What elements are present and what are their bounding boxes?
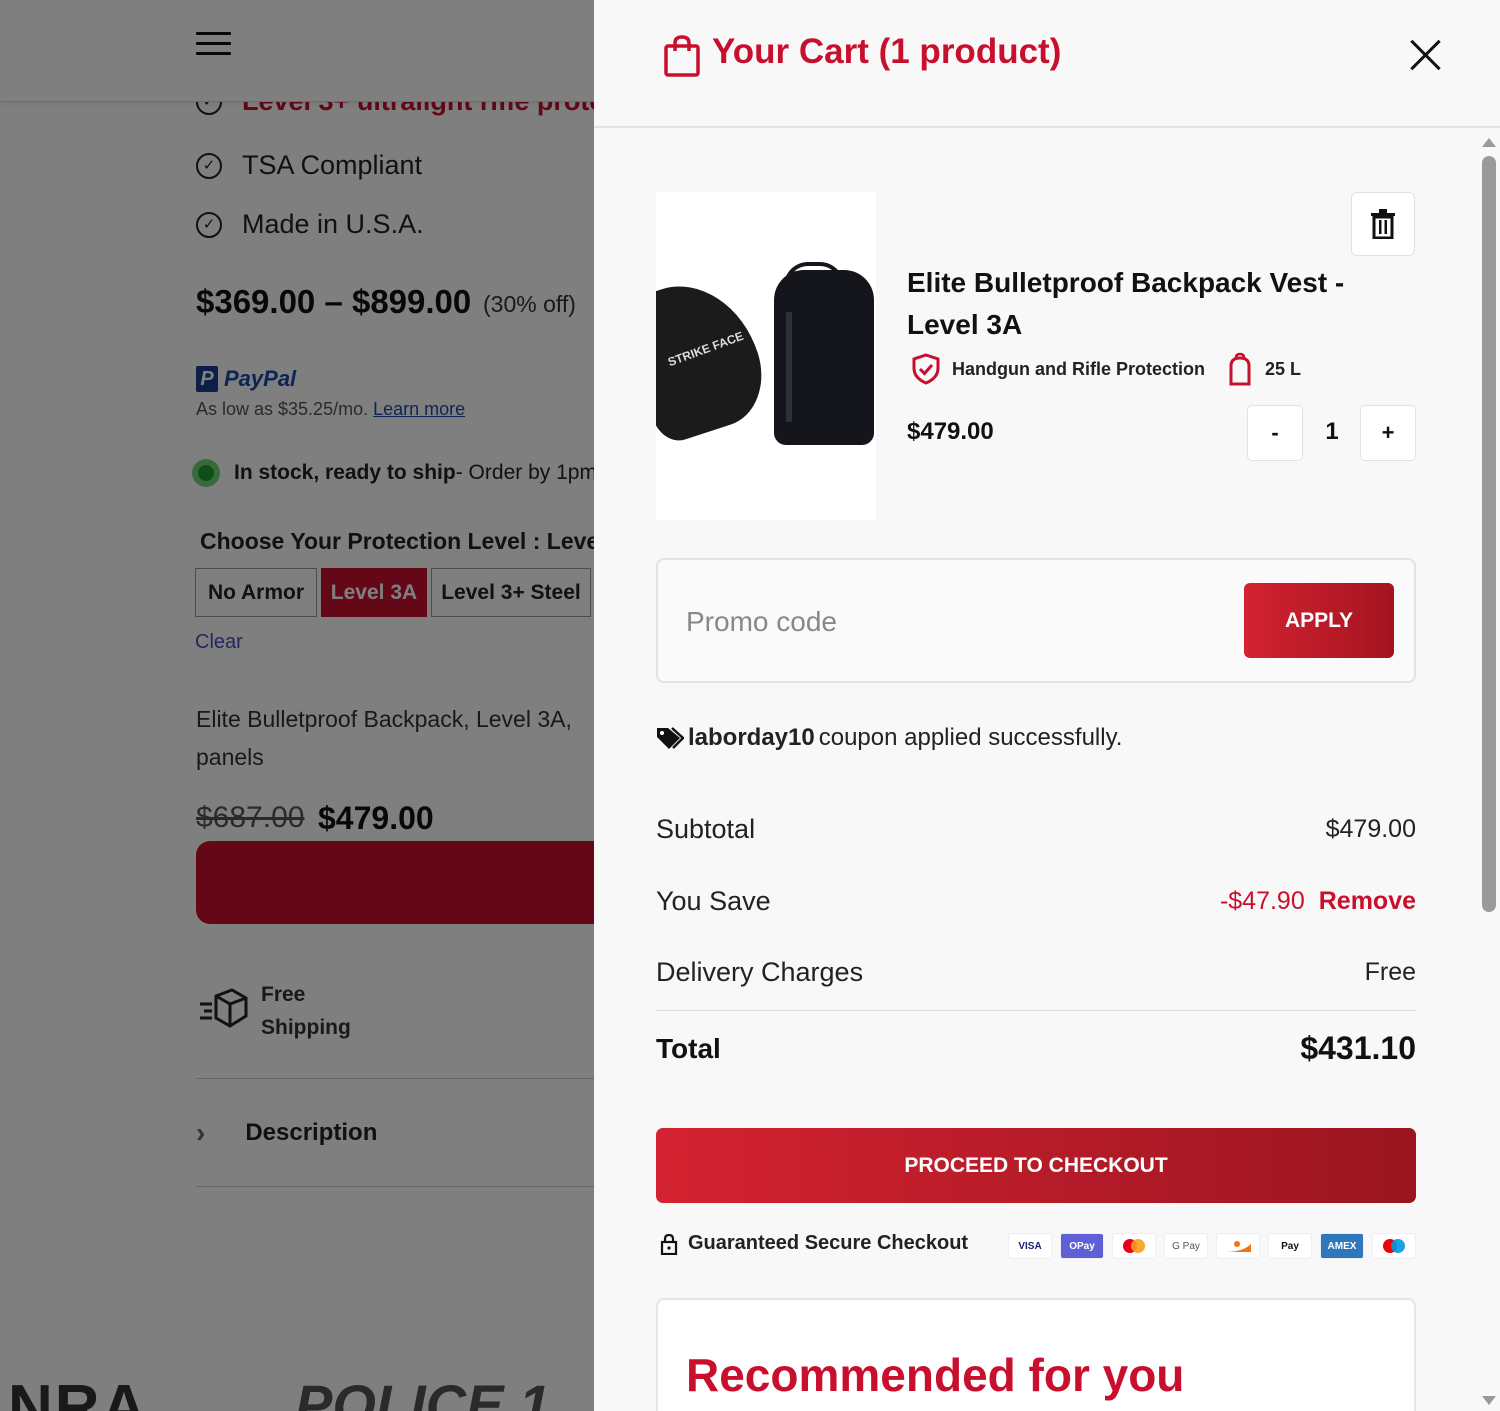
payment-methods: VISA OPay G Pay Pay AMEX	[1008, 1233, 1416, 1259]
secure-checkout: Guaranteed Secure Checkout	[660, 1232, 968, 1255]
divider	[656, 1010, 1416, 1011]
remove-item-button[interactable]	[1351, 192, 1415, 256]
scroll-up-arrow-icon[interactable]	[1482, 138, 1496, 147]
savings-value-group: -$47.90 Remove	[1220, 887, 1416, 916]
quantity-value: 1	[1325, 418, 1339, 445]
coupon-message: coupon applied successfully.	[818, 724, 1123, 751]
scrollbar-thumb[interactable]	[1482, 156, 1496, 912]
tag-icon	[657, 727, 684, 749]
google-pay-icon: G Pay	[1164, 1233, 1208, 1259]
savings-row: You Save -$47.90 Remove	[656, 886, 1416, 917]
scroll-down-arrow-icon[interactable]	[1482, 1396, 1496, 1405]
apple-pay-icon: Pay	[1268, 1233, 1312, 1259]
cart-item-attributes: Handgun and Rifle Protection 25 L	[912, 352, 1301, 386]
delivery-label: Delivery Charges	[656, 957, 864, 987]
visa-icon: VISA	[1008, 1233, 1052, 1259]
modal-backdrop[interactable]	[0, 0, 594, 1411]
total-label: Total	[656, 1032, 721, 1064]
cart-scrollbar[interactable]	[1478, 132, 1500, 1411]
trash-icon	[1371, 209, 1395, 239]
protection-tag: Handgun and Rifle Protection	[912, 353, 1205, 385]
google-pay-label: G Pay	[1172, 1240, 1200, 1252]
cart-header: Your Cart (1 product)	[594, 0, 1500, 128]
shield-check-icon	[912, 353, 940, 385]
opay-label: OPay	[1069, 1240, 1095, 1252]
cart-item-name[interactable]: Elite Bulletproof Backpack Vest - Level …	[907, 262, 1377, 346]
product-image-backpack-strap	[786, 312, 792, 422]
amex-label: AMEX	[1327, 1240, 1357, 1252]
subtotal-row: Subtotal $479.00	[656, 814, 1416, 845]
cart-title: Your Cart (1 product)	[712, 32, 1062, 71]
subtotal-label: Subtotal	[656, 814, 756, 844]
protection-tag-label: Handgun and Rifle Protection	[952, 358, 1206, 379]
shopping-bag-icon	[664, 35, 700, 77]
product-image[interactable]: STRIKE FACE	[656, 192, 876, 520]
savings-label: You Save	[656, 886, 771, 916]
promo-code-input[interactable]	[686, 600, 1186, 644]
total-value: $431.10	[1300, 1030, 1416, 1066]
promo-code-box: APPLY	[656, 558, 1416, 683]
mastercard-icon	[1112, 1233, 1156, 1259]
quantity-decrease-button[interactable]: -	[1247, 405, 1303, 461]
discover-icon	[1216, 1233, 1260, 1259]
secure-checkout-label: Guaranteed Secure Checkout	[688, 1232, 969, 1254]
amex-icon: AMEX	[1320, 1233, 1364, 1259]
visa-label: VISA	[1018, 1240, 1042, 1252]
total-row: Total $431.10	[656, 1030, 1416, 1067]
delivery-value: Free	[1364, 958, 1416, 986]
subtotal-value: $479.00	[1325, 815, 1416, 843]
coupon-applied-message: laborday10 coupon applied successfully.	[656, 724, 1122, 752]
savings-value: -$47.90	[1219, 887, 1305, 915]
apple-pay-label: Pay	[1281, 1240, 1299, 1252]
proceed-to-checkout-button[interactable]: PROCEED TO CHECKOUT	[656, 1128, 1416, 1203]
remove-coupon-link[interactable]: Remove	[1319, 887, 1416, 916]
capacity-tag-label: 25 L	[1265, 358, 1302, 379]
recommended-title: Recommended for you	[686, 1349, 1185, 1401]
cart-item-price: $479.00	[907, 418, 994, 445]
opay-icon: OPay	[1060, 1233, 1104, 1259]
delivery-row: Delivery Charges Free	[656, 957, 1416, 988]
quantity-increase-button[interactable]: +	[1360, 405, 1416, 461]
close-cart-button[interactable]	[1406, 35, 1446, 75]
recommended-section: Recommended for you	[656, 1298, 1416, 1411]
cart-drawer: Your Cart (1 product) STRIKE FACE Elite …	[594, 0, 1500, 1411]
coupon-code: laborday10	[688, 724, 815, 751]
backpack-icon	[1229, 352, 1251, 386]
maestro-icon	[1372, 1233, 1416, 1259]
apply-promo-button[interactable]: APPLY	[1244, 583, 1394, 658]
lock-icon	[660, 1233, 678, 1255]
capacity-tag: 25 L	[1227, 352, 1301, 386]
